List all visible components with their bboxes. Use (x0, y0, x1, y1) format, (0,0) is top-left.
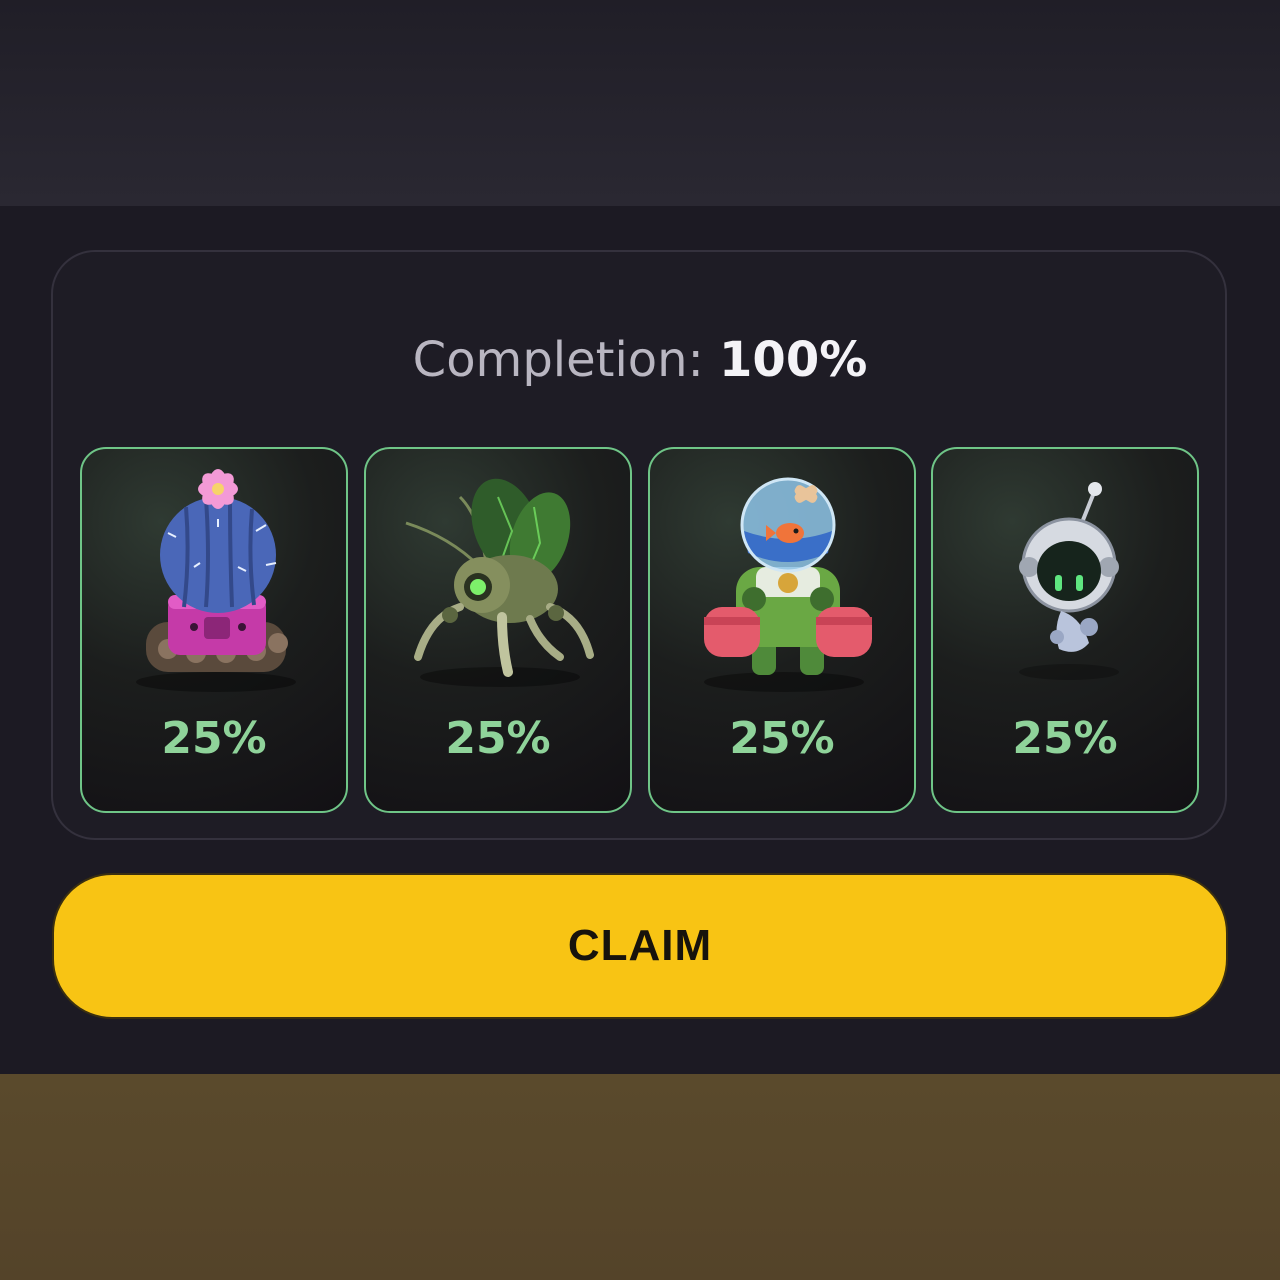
claim-button[interactable]: CLAIM (52, 873, 1228, 1019)
robot-card-insect[interactable]: 25% (364, 447, 632, 813)
robot-card-cactus[interactable]: 25% (80, 447, 348, 813)
orb-robot-icon (1019, 482, 1119, 680)
card-percent: 25% (1012, 713, 1118, 764)
card-percent: 25% (729, 713, 835, 764)
bottom-background (0, 1074, 1280, 1280)
card-percent: 25% (161, 713, 267, 764)
fishbowl-robot-icon (704, 477, 872, 692)
completion-value: 100% (719, 332, 868, 388)
insect-robot-icon (405, 478, 594, 687)
top-background (0, 0, 1280, 206)
claim-button-label: CLAIM (567, 921, 713, 970)
cactus-robot-icon (136, 469, 296, 692)
robot-card-orb[interactable]: 25% (931, 447, 1199, 813)
card-percent: 25% (445, 713, 551, 764)
completion-label: Completion: (412, 332, 704, 388)
completion-heading: Completion: 100% (0, 330, 1280, 390)
robot-card-fishbowl[interactable]: 25% (648, 447, 916, 813)
